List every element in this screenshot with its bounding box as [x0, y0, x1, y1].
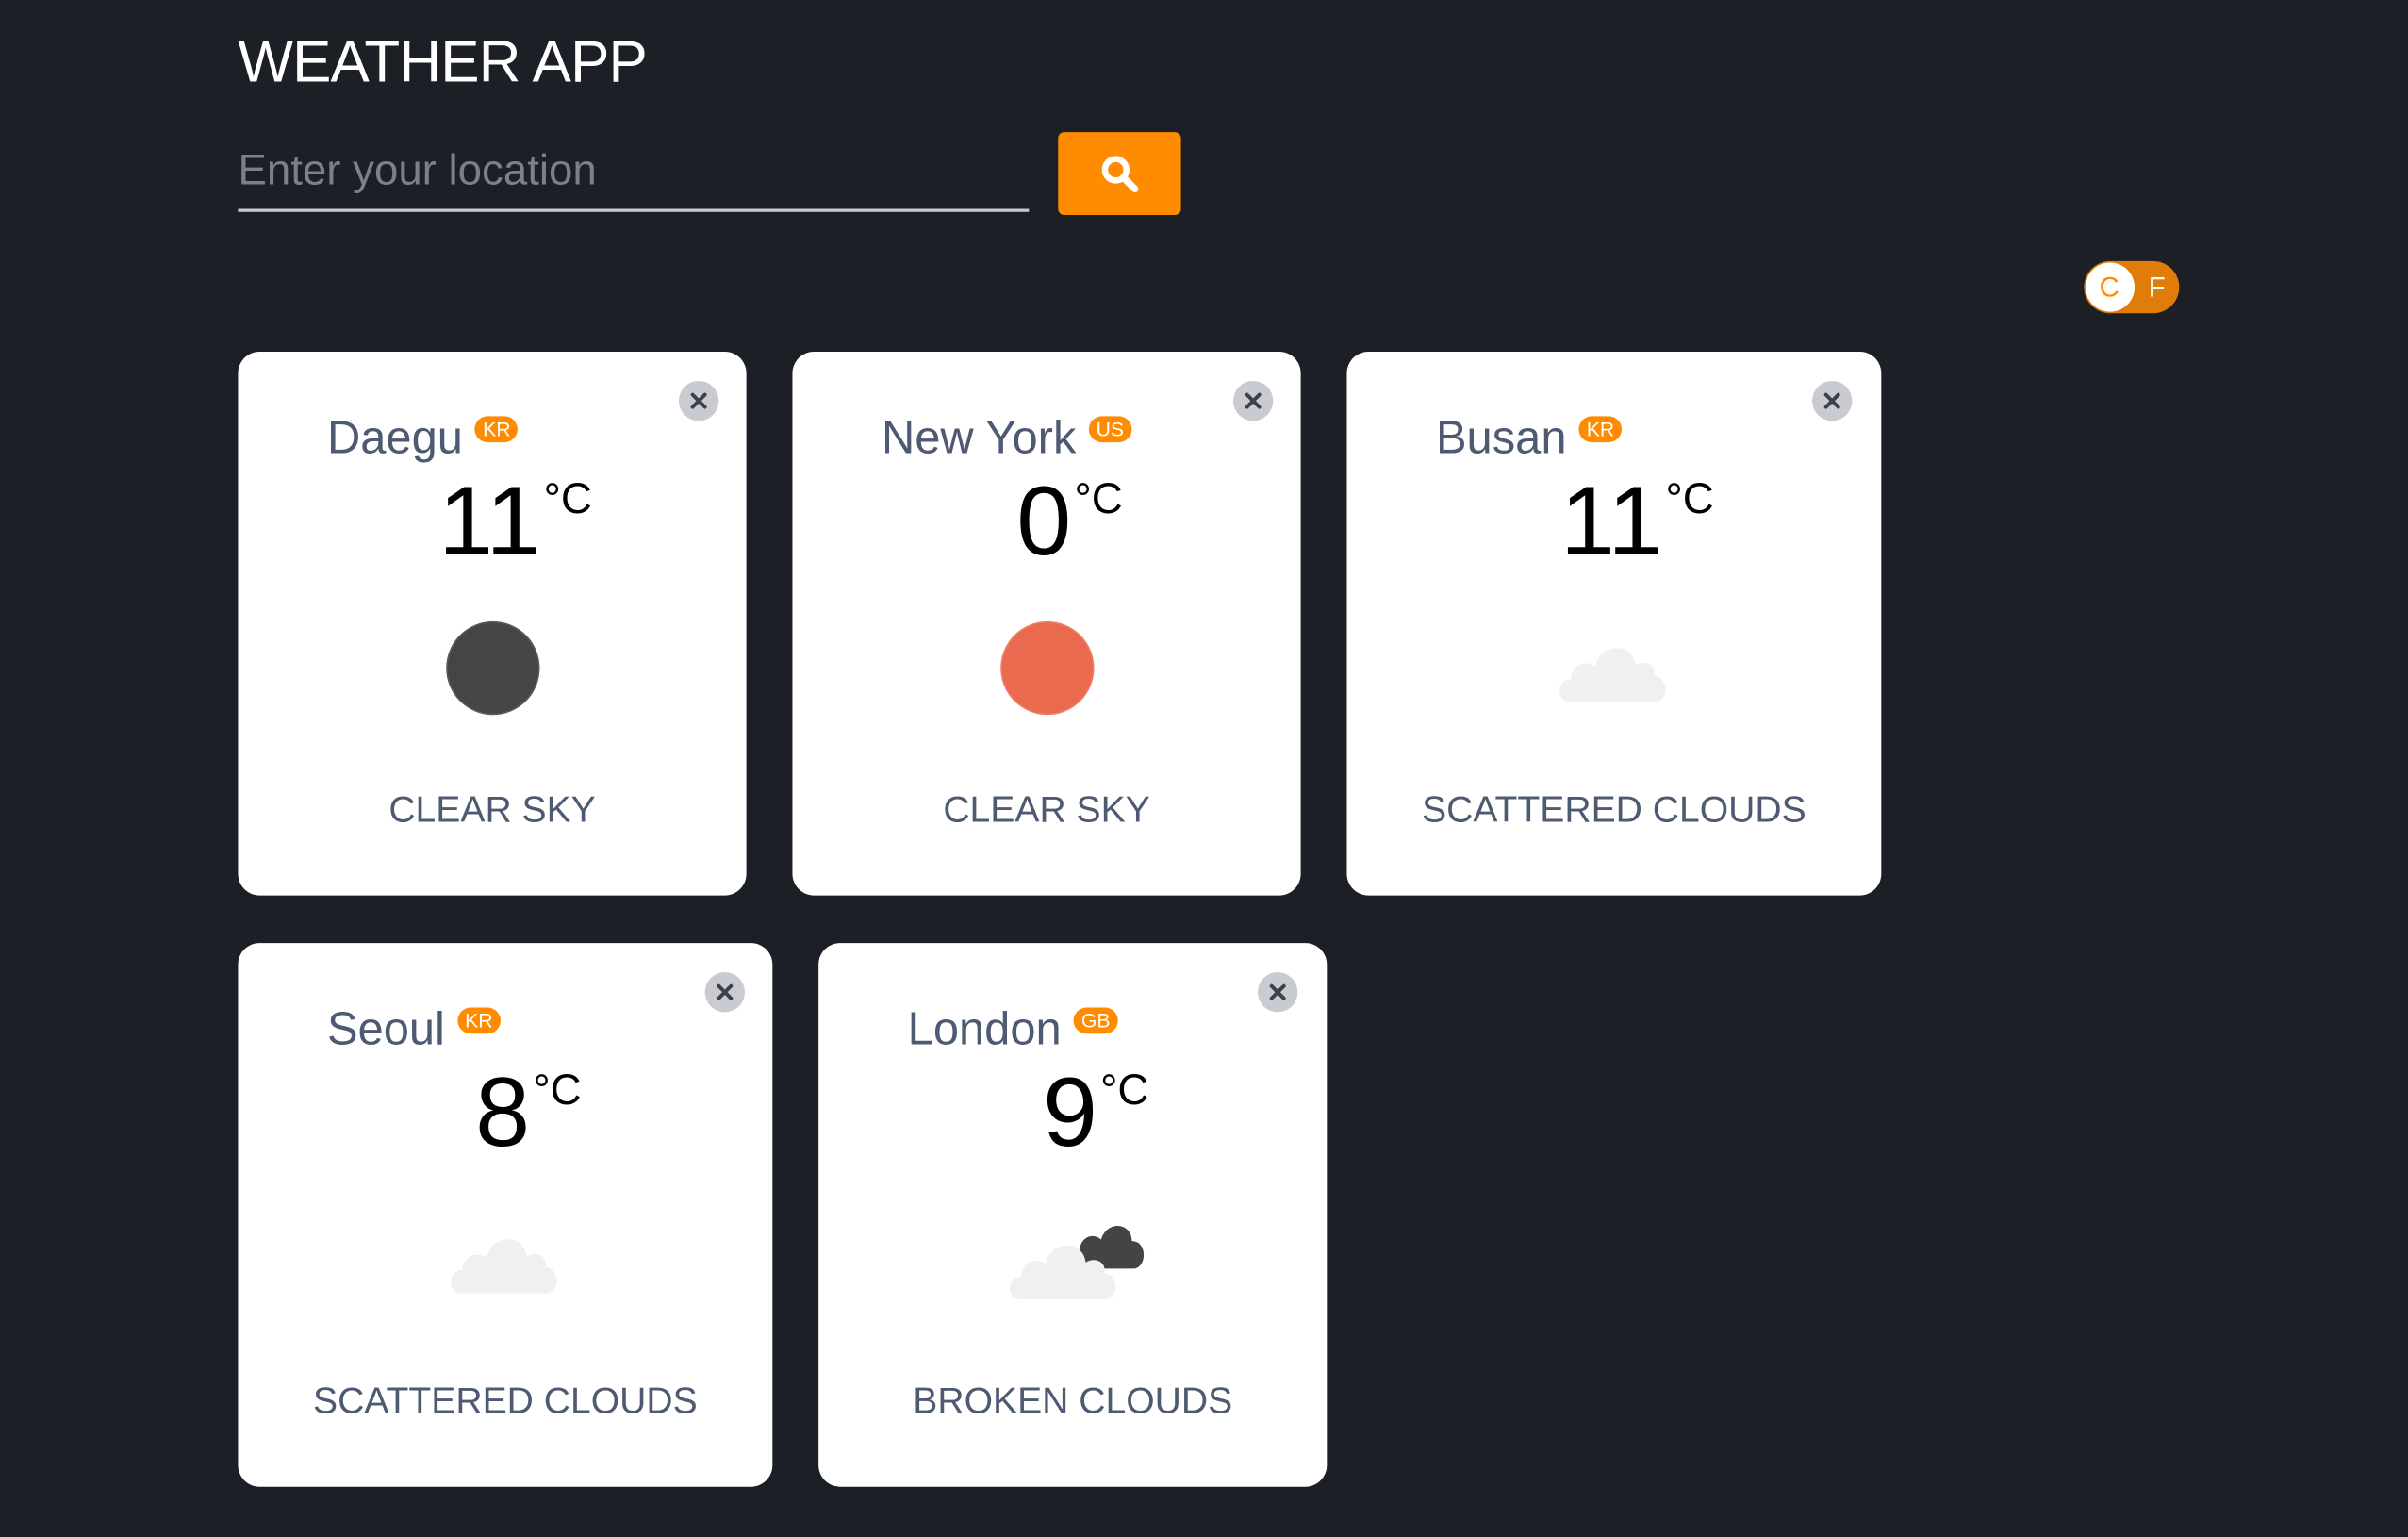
country-badge: KR [474, 416, 519, 443]
weather-card: Daegu KR 11 °C CLEAR SKY [238, 352, 747, 896]
weather-icon-area [818, 1204, 1327, 1314]
weather-description: CLEAR SKY [943, 789, 1150, 832]
scattered-clouds-icon [451, 1239, 557, 1294]
country-badge: KR [456, 1007, 501, 1034]
temperature-unit: °C [1100, 1066, 1149, 1114]
close-icon [690, 392, 707, 409]
country-badge: US [1088, 416, 1132, 443]
close-icon [717, 983, 734, 1000]
weather-description: BROKEN CLOUDS [913, 1380, 1233, 1423]
city-name: Seoul [326, 1004, 445, 1056]
app-title: WEATHER APP [238, 30, 648, 95]
close-icon [1823, 392, 1840, 409]
temperature: 11 °C [238, 466, 746, 576]
city-header: Busan KR [1435, 413, 1623, 465]
unit-toggle[interactable]: C F [2084, 260, 2180, 314]
temperature: 9 °C [818, 1057, 1327, 1167]
celsius-label: C [2099, 272, 2119, 303]
search-button[interactable] [1058, 132, 1181, 216]
city-header: Daegu KR [327, 413, 519, 465]
broken-clouds-icon [1009, 1225, 1144, 1299]
temperature-value: 11 [1559, 465, 1663, 576]
city-name: New York [881, 413, 1077, 464]
temperature: 8 °C [238, 1057, 772, 1167]
city-name: London [907, 1004, 1062, 1056]
close-card-button[interactable] [1232, 380, 1274, 421]
temperature-value: 9 [1042, 1056, 1097, 1167]
country-badge: GB [1073, 1007, 1118, 1034]
city-header: London GB [908, 1004, 1118, 1056]
weather-description: SCATTERED CLOUDS [313, 1380, 698, 1423]
weather-icon-area [238, 613, 746, 723]
scattered-clouds-icon [1559, 648, 1666, 702]
close-icon [1269, 983, 1286, 1000]
temperature-unit: °C [1074, 474, 1123, 522]
temperature: 0 °C [792, 466, 1300, 576]
clear-sky-day-icon [999, 620, 1094, 716]
weather-icon-area [792, 613, 1300, 723]
search-bar [238, 132, 1181, 216]
fahrenheit-label: F [2148, 272, 2166, 303]
close-card-button[interactable] [1812, 380, 1853, 421]
weather-icon-area [1346, 613, 1881, 723]
weather-app: WEATHER APP C F Daegu KR 11°C [0, 0, 2408, 1537]
close-icon [1245, 392, 1262, 409]
weather-card: Seoul KR 8 °C SCATTERED CLOUDS [238, 943, 773, 1487]
country-badge: KR [1578, 416, 1623, 443]
close-card-button[interactable] [678, 380, 719, 421]
weather-card: London GB 9 °C BROKEN CLOUDS [818, 943, 1328, 1487]
temperature-unit: °C [533, 1066, 582, 1114]
weather-icon-area [238, 1204, 772, 1314]
weather-description: CLEAR SKY [388, 789, 596, 832]
city-name: Daegu [326, 413, 463, 464]
search-icon [1101, 156, 1139, 193]
close-card-button[interactable] [1258, 972, 1298, 1013]
weather-card: New York US 0 °C CLEAR SKY [792, 352, 1301, 896]
temperature-unit: °C [1665, 474, 1714, 522]
temperature-unit: °C [543, 474, 592, 522]
temperature-value: 0 [1016, 465, 1072, 576]
city-header: Seoul KR [327, 1004, 501, 1056]
temperature-value: 8 [475, 1056, 531, 1167]
city-header: New York US [881, 413, 1132, 465]
temperature: 11 °C [1346, 466, 1881, 576]
city-name: Busan [1435, 413, 1567, 464]
weather-description: SCATTERED CLOUDS [1422, 789, 1806, 832]
weather-card: Busan KR 11 °C SCATTERED CLOUDS [1346, 352, 1882, 896]
clear-sky-night-icon [445, 620, 539, 716]
location-search-input[interactable] [238, 132, 1030, 212]
temperature-value: 11 [438, 465, 541, 576]
close-card-button[interactable] [704, 972, 745, 1013]
